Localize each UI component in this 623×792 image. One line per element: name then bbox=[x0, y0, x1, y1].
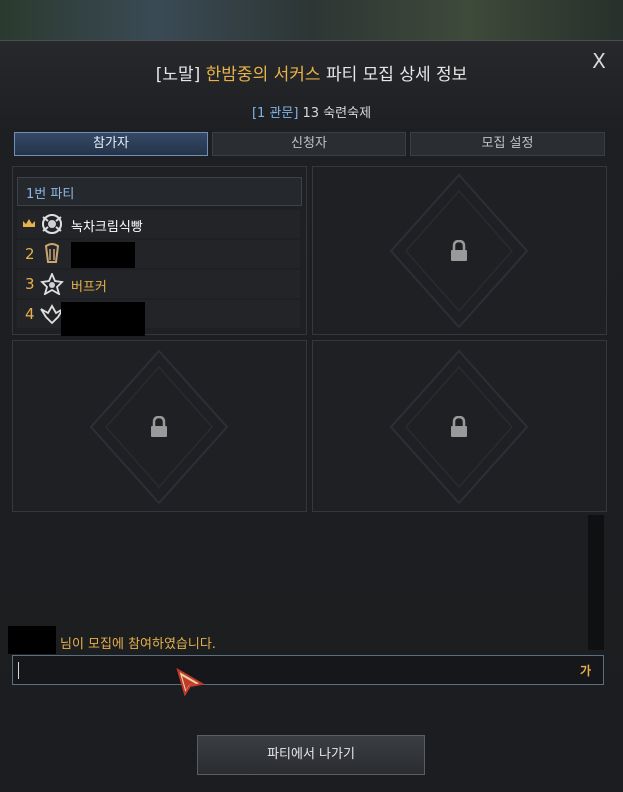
tab-applicants[interactable]: 신청자 bbox=[212, 132, 406, 156]
party-1-header: 1번 파티 bbox=[17, 177, 302, 206]
party-slot-4-locked bbox=[312, 340, 607, 512]
member-number: 2 bbox=[25, 245, 35, 263]
lock-icon bbox=[451, 240, 467, 261]
party-member-row[interactable]: 2 bbox=[17, 240, 300, 268]
gate-tag: [1 관문] bbox=[251, 106, 299, 121]
dialog-subtitle: [1 관문] 13 숙련숙제 bbox=[0, 102, 623, 121]
title-raid-name: 한밤중의 서커스 bbox=[205, 65, 321, 85]
tab-participants[interactable]: 참가자 bbox=[14, 132, 208, 156]
leader-crown-icon bbox=[23, 219, 35, 227]
party-slot-3-locked bbox=[12, 340, 307, 512]
game-world-background bbox=[0, 0, 623, 44]
party-member-row[interactable]: 4 bbox=[17, 300, 300, 336]
party-slot-2-locked bbox=[312, 166, 607, 335]
title-difficulty: [노말] bbox=[155, 65, 206, 85]
member-number: 4 bbox=[25, 305, 35, 323]
chat-scrollbar[interactable] bbox=[588, 515, 604, 650]
chat-input[interactable]: 가 bbox=[12, 655, 604, 685]
recruit-description: 13 숙련숙제 bbox=[298, 106, 372, 121]
ime-indicator[interactable]: 가 bbox=[580, 662, 591, 679]
redacted-name bbox=[61, 302, 145, 336]
tab-recruit-settings[interactable]: 모집 설정 bbox=[410, 132, 605, 156]
leave-party-button[interactable]: 파티에서 나가기 bbox=[197, 735, 425, 775]
party-1-header-label: 1번 파티 bbox=[26, 187, 75, 202]
member-name: 버프커 bbox=[71, 280, 107, 295]
party-member-row[interactable]: 3 버프커 bbox=[17, 270, 300, 298]
lock-icon bbox=[151, 416, 167, 437]
class-emblem-icon bbox=[42, 214, 62, 234]
lock-icon bbox=[451, 416, 467, 437]
mouse-cursor-icon bbox=[176, 668, 205, 696]
party-member-row[interactable]: 녹차크림식빵 bbox=[17, 210, 300, 238]
title-suffix: 파티 모집 상세 정보 bbox=[320, 65, 468, 85]
member-number: 3 bbox=[25, 275, 35, 293]
chat-system-message: 님이 모집에 참여하였습니다. bbox=[60, 637, 216, 652]
bard-emblem-icon bbox=[44, 243, 60, 263]
text-caret bbox=[18, 662, 19, 679]
member-name: 녹차크림식빵 bbox=[71, 220, 143, 235]
redacted-chat-name bbox=[8, 626, 56, 654]
dialog-title: [노말] 한밤중의 서커스 파티 모집 상세 정보 bbox=[0, 60, 623, 85]
redacted-name bbox=[71, 242, 135, 268]
class-emblem-icon bbox=[40, 273, 64, 295]
